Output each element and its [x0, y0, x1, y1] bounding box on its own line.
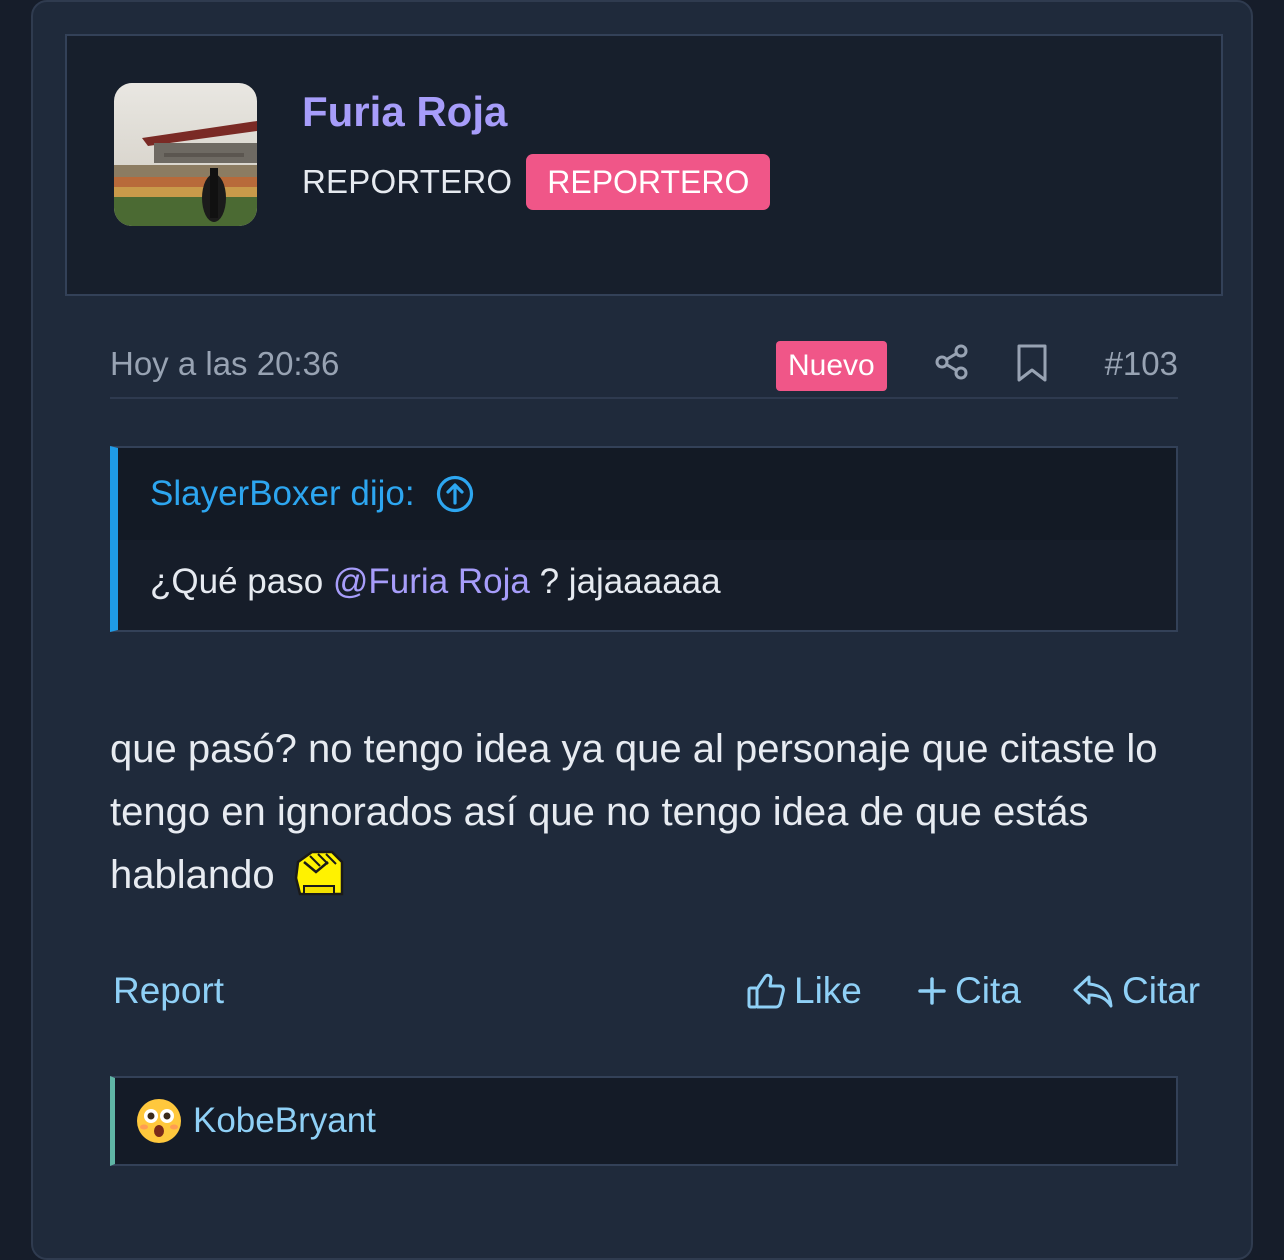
message-text: que pasó? no tengo idea ya que al person… — [110, 727, 1158, 897]
quote-header: SlayerBoxer dijo: — [118, 448, 1176, 540]
reply-button[interactable]: Citar — [1072, 970, 1200, 1012]
multiquote-label: Cita — [955, 970, 1021, 1011]
avatar[interactable] — [114, 83, 257, 226]
reaction-users[interactable]: KobeBryant — [193, 1101, 376, 1141]
like-button[interactable]: Like — [746, 970, 862, 1012]
reactions-bar[interactable]: KobeBryant — [110, 1076, 1178, 1166]
quote-text-before: ¿Qué paso — [150, 562, 333, 601]
role-row: REPORTERO REPORTERO — [302, 154, 771, 210]
new-badge: Nuevo — [776, 341, 887, 391]
facepalm-emoji — [294, 850, 343, 896]
bookmark-icon — [1017, 344, 1047, 382]
arrow-up-circle-icon[interactable] — [435, 474, 475, 514]
user-block: Furia Roja REPORTERO REPORTERO — [65, 34, 1223, 296]
quote-text-after: ? jajaaaaaa — [529, 562, 721, 601]
post-message: que pasó? no tengo idea ya que al person… — [110, 718, 1180, 907]
astonished-face-emoji — [137, 1099, 181, 1143]
post-container: Furia Roja REPORTERO REPORTERO Hoy a las… — [31, 0, 1253, 1260]
plus-icon — [918, 977, 946, 1005]
post-meta: Hoy a las 20:36 Nuevo #103 — [110, 337, 1178, 399]
share-button[interactable] — [933, 343, 971, 381]
username[interactable]: Furia Roja — [302, 88, 507, 136]
user-title: REPORTERO — [302, 163, 513, 200]
report-link[interactable]: Report — [113, 970, 224, 1012]
quote-mention[interactable]: @Furia Roja — [333, 562, 530, 601]
reply-icon — [1073, 975, 1113, 1008]
thumbs-up-icon — [747, 973, 785, 1009]
avatar-image — [114, 83, 257, 226]
bookmark-button[interactable] — [1014, 343, 1050, 383]
post-timestamp[interactable]: Hoy a las 20:36 — [110, 345, 339, 383]
like-label: Like — [794, 970, 862, 1011]
reply-label: Citar — [1122, 970, 1201, 1011]
quote-block: SlayerBoxer dijo: ¿Qué paso @Furia Roja … — [110, 446, 1178, 632]
quote-author[interactable]: SlayerBoxer dijo: — [150, 474, 415, 514]
multiquote-button[interactable]: Cita — [917, 970, 1021, 1012]
role-badge: REPORTERO — [526, 154, 771, 210]
quote-body: ¿Qué paso @Furia Roja ? jajaaaaaa — [118, 540, 1176, 602]
post-actions: Report Like Cita Citar — [113, 964, 1200, 1024]
post-number[interactable]: #103 — [1105, 345, 1178, 383]
share-icon — [935, 344, 968, 380]
